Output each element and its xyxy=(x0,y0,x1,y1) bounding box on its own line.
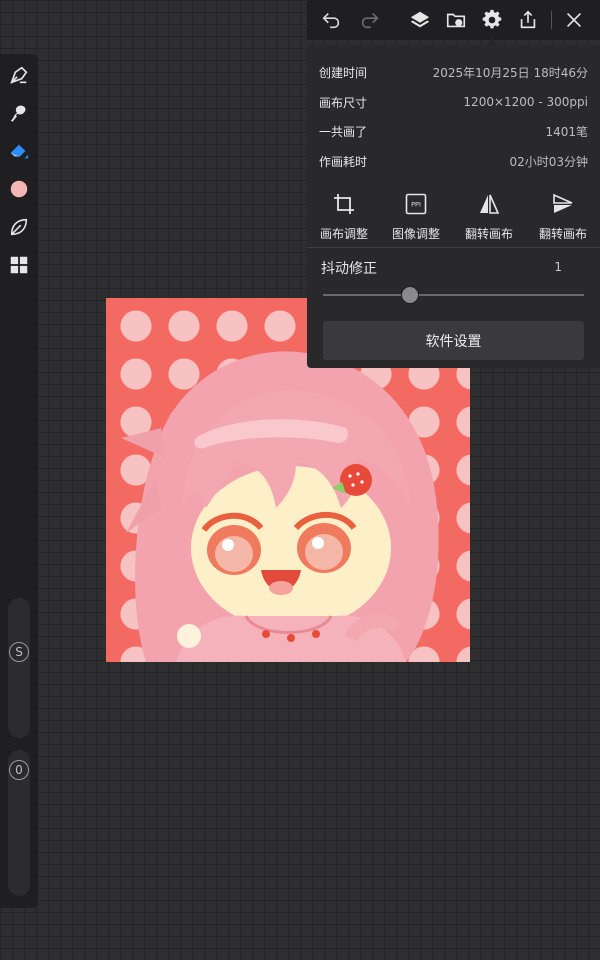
info-row-duration: 作画耗时 02小时03分钟 xyxy=(319,151,588,171)
close-icon[interactable] xyxy=(562,8,586,32)
info-label: 作画耗时 xyxy=(319,154,368,169)
info-row-canvas-size: 画布尺寸 1200×1200 - 300ppi xyxy=(319,92,588,112)
flip-vertical-button[interactable]: 翻转画布 xyxy=(526,191,600,242)
brush-size-label: S xyxy=(15,645,23,659)
info-value: 1200×1200 - 300ppi xyxy=(463,95,588,109)
stabilizer-value: 1 xyxy=(554,260,562,274)
left-toolbar: S 0 xyxy=(0,54,38,908)
action-label: 翻转画布 xyxy=(464,227,513,241)
stabilizer-label: 抖动修正 xyxy=(321,261,377,277)
redo-icon[interactable] xyxy=(358,8,382,32)
layout-grid-icon[interactable] xyxy=(6,252,32,278)
top-toolbar xyxy=(307,0,600,45)
info-value: 2025年10月25日 18时46分 xyxy=(432,65,588,80)
panel-pointer xyxy=(486,38,498,45)
layers-icon[interactable] xyxy=(408,8,432,32)
eraser-tool-icon[interactable] xyxy=(6,138,32,164)
action-label: 图像调整 xyxy=(391,227,440,241)
info-row-created: 创建时间 2025年10月25日 18时46分 xyxy=(319,62,588,82)
color-picker-swatch[interactable] xyxy=(6,176,32,202)
info-label: 创建时间 xyxy=(319,65,368,80)
settings-button-label: 软件设置 xyxy=(425,333,482,350)
leaf-tool-icon[interactable] xyxy=(6,214,32,240)
undo-icon[interactable] xyxy=(319,8,343,32)
flip-vertical-icon xyxy=(526,191,600,217)
brush-size-knob[interactable]: S xyxy=(9,642,29,662)
panel-divider xyxy=(307,247,600,248)
canvas-info-panel: 创建时间 2025年10月25日 18时46分 画布尺寸 1200×1200 -… xyxy=(307,45,600,368)
brush-size-slider[interactable] xyxy=(8,598,30,738)
action-label: 翻转画布 xyxy=(538,227,587,241)
opacity-label: 0 xyxy=(15,763,23,777)
toolbar-divider xyxy=(551,11,552,29)
info-value: 02小时03分钟 xyxy=(509,154,588,169)
ppi-icon: PPI xyxy=(379,191,453,217)
action-label: 画布调整 xyxy=(319,227,368,241)
smudge-tool-icon[interactable] xyxy=(6,100,32,126)
svg-text:PPI: PPI xyxy=(411,201,421,209)
info-label: 画布尺寸 xyxy=(319,95,368,110)
gallery-folder-icon[interactable] xyxy=(444,8,468,32)
stabilizer-slider[interactable] xyxy=(323,294,584,296)
flip-horizontal-button[interactable]: 翻转画布 xyxy=(452,191,526,242)
info-value: 1401笔 xyxy=(545,124,588,139)
brush-tool-icon[interactable] xyxy=(6,62,32,88)
stabilizer-knob[interactable] xyxy=(401,286,419,304)
software-settings-button[interactable]: 软件设置 xyxy=(323,321,584,360)
share-export-icon[interactable] xyxy=(516,8,540,32)
crop-icon xyxy=(307,191,381,217)
canvas-adjust-button[interactable]: 画布调整 xyxy=(307,191,381,242)
info-label: 一共画了 xyxy=(319,124,368,139)
info-row-strokes: 一共画了 1401笔 xyxy=(319,121,588,141)
opacity-knob[interactable]: 0 xyxy=(9,760,29,780)
image-adjust-button[interactable]: PPI 图像调整 xyxy=(379,191,453,242)
flip-horizontal-icon xyxy=(452,191,526,217)
settings-gear-icon[interactable] xyxy=(480,8,504,32)
